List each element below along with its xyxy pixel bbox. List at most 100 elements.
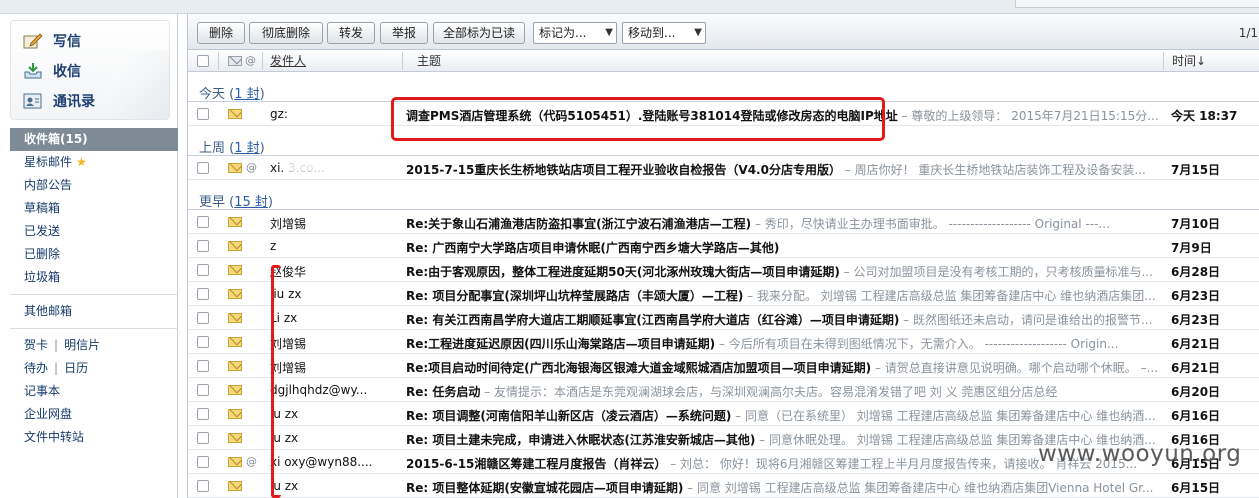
unread-envelope-icon [228, 109, 242, 119]
email-row[interactable]: liu zx Re: 项目分配事宜(深圳坪山坑梓莹展路店（丰颂大厦）—工程) – … [188, 282, 1259, 306]
email-date: 7月10日 [1171, 217, 1221, 231]
subject-column-header[interactable]: 主题 [417, 50, 441, 72]
group-today-count[interactable]: 1 封 [234, 87, 259, 102]
email-row[interactable]: 赵俊华 Re:由于客观原因，整体工程进度延期50天(河北涿州玫瑰大街店—项目申请延… [188, 258, 1259, 282]
nav-cards: 贺卡 | 明信片 [24, 338, 101, 352]
folder-other[interactable]: 其他邮箱 [10, 300, 178, 323]
email-subject[interactable]: Re: 项目整体延期(安徽宣城花园店—项目申请延期) – 同意 刘增锡 工程建店… [406, 479, 1158, 496]
select-all-checkbox[interactable] [197, 55, 209, 67]
mail-list-pane: 删除 彻底删除 转发 举报 全部标为已读 标记为... ▼ 移动到... ▼ 1/1… [187, 14, 1259, 498]
forward-button[interactable]: 转发 [327, 22, 375, 44]
email-preview-text: – 请贺总直接讲意见说明确。哪个启动哪个休眠。 –... [871, 361, 1158, 375]
row-checkbox[interactable] [197, 480, 209, 492]
folder-drafts[interactable]: 草稿箱 [10, 197, 178, 220]
contacts-button[interactable]: 通讯录 [23, 89, 95, 113]
email-subject[interactable]: Re: 项目分配事宜(深圳坪山坑梓莹展路店（丰颂大厦）—工程) – 我来分配。 … [406, 287, 1158, 304]
email-subject-text: Re:工程进度延迟原因(四川乐山海棠路店—项目申请延期) [406, 337, 716, 351]
row-checkbox[interactable] [197, 336, 209, 348]
email-subject[interactable]: Re:关于象山石浦渔港店防盗扣事宜(浙江宁波石浦渔港店—工程) – 秀印，尽快请… [406, 215, 1158, 232]
folder-starred[interactable]: 星标邮件 ★ [10, 151, 178, 174]
email-subject-text: Re: 有关江西南昌学府大道店工期顺延事宜(江西南昌学府大道店（红谷滩）—项目申… [406, 313, 900, 327]
receive-button[interactable]: 收信 [23, 59, 81, 83]
email-subject-text: Re:关于象山石浦渔港店防盗扣事宜(浙江宁波石浦渔港店—工程) [406, 217, 752, 231]
email-subject[interactable]: Re: 有关江西南昌学府大道店工期顺延事宜(江西南昌学府大道店（红谷滩）—项目申… [406, 311, 1158, 328]
folder-sent[interactable]: 已发送 [10, 220, 178, 243]
attachment-icon: @ [246, 161, 257, 174]
mark-all-read-button[interactable]: 全部标为已读 [433, 22, 525, 44]
report-button[interactable]: 举报 [380, 22, 428, 44]
email-date: 6月23日 [1171, 289, 1221, 303]
row-checkbox[interactable] [197, 162, 209, 174]
folder-junk[interactable]: 垃圾箱 [10, 266, 178, 289]
email-row[interactable]: Li zx Re: 有关江西南昌学府大道店工期顺延事宜(江西南昌学府大道店（红谷滩… [188, 306, 1259, 330]
row-checkbox[interactable] [197, 264, 209, 276]
calendar-link[interactable]: 日历 [64, 361, 88, 375]
mark-as-select[interactable]: 标记为... ▼ [533, 22, 617, 44]
unread-envelope-icon [228, 385, 242, 395]
email-subject[interactable]: Re: 项目调整(河南信阳羊山新区店（凌云酒店）—系统问题) – 同意（已在系统… [406, 407, 1158, 424]
email-sender: xi oxy@wyn88.... [270, 455, 373, 469]
row-checkbox[interactable] [197, 456, 209, 468]
email-row[interactable]: @xi. 3.co...2015-7-15重庆长生桥地铁站店项目工程开业验收自检… [188, 156, 1259, 180]
row-checkbox[interactable] [197, 108, 209, 120]
email-subject-text: Re: 项目分配事宜(深圳坪山坑梓莹展路店（丰颂大厦）—工程) [406, 289, 744, 303]
email-date: 6月21日 [1171, 337, 1221, 351]
move-to-select[interactable]: 移动到... ▼ [622, 22, 706, 44]
folder-internal[interactable]: 内部公告 [10, 174, 178, 197]
folder-list: 收件箱(15) 星标邮件 ★ 内部公告 草稿箱 已发送 已删除 垃圾箱 其他邮箱 … [10, 128, 178, 449]
time-column-header[interactable]: 时间↓ [1172, 50, 1206, 72]
row-checkbox[interactable] [197, 312, 209, 324]
email-subject[interactable]: Re: 任务启动 – 友情提示：本酒店是东莞观澜湖球会店，与深圳观澜高尔夫店。容… [406, 383, 1158, 400]
row-checkbox[interactable] [197, 240, 209, 252]
email-sender: Li zx [270, 311, 298, 325]
email-subject-text: 2015-7-15重庆长生桥地铁站店项目工程开业验收自检报告（V4.0分店专用版… [406, 163, 841, 177]
row-checkbox[interactable] [197, 384, 209, 396]
permanent-delete-button[interactable]: 彻底删除 [249, 22, 323, 44]
email-date: 7月15日 [1171, 163, 1221, 177]
transfer-link[interactable]: 文件中转站 [10, 426, 178, 449]
column-divider [218, 52, 219, 70]
watermark: www.wooyun.org [1038, 441, 1242, 467]
group-earlier-count[interactable]: 15 封 [234, 195, 268, 210]
sender-column-header[interactable]: 发件人 [270, 50, 306, 72]
column-divider [1163, 52, 1164, 70]
folder-inbox[interactable]: 收件箱(15) [10, 128, 178, 151]
receive-label: 收信 [53, 64, 81, 80]
email-subject-text: Re: 项目调整(河南信阳羊山新区店（凌云酒店）—系统问题) [406, 409, 732, 423]
email-row[interactable]: 刘增锡 Re:工程进度延迟原因(四川乐山海棠路店—项目申请延期) – 今后所有项目… [188, 330, 1259, 354]
delete-button[interactable]: 删除 [197, 22, 245, 44]
row-checkbox[interactable] [197, 360, 209, 372]
email-subject[interactable]: Re: 广西南宁大学路店项目申请休眠(广西南宁西乡塘大学路店—其他) [406, 239, 1158, 256]
row-checkbox[interactable] [197, 288, 209, 300]
read-status-column-icon[interactable] [228, 56, 242, 66]
email-date: 今天 18:37 [1171, 109, 1238, 123]
unread-envelope-icon [228, 163, 242, 173]
email-subject[interactable]: Re:工程进度延迟原因(四川乐山海棠路店—项目申请延期) – 今后所有项目在未得… [406, 335, 1158, 352]
unread-envelope-icon [228, 433, 242, 443]
folder-deleted[interactable]: 已删除 [10, 243, 178, 266]
email-row[interactable]: iu zx Re: 项目整体延期(安徽宣城花园店—项目申请延期) – 同意 刘增锡… [188, 474, 1259, 498]
email-subject[interactable]: Re:由于客观原因，整体工程进度延期50天(河北涿州玫瑰大街店—项目申请延期) … [406, 263, 1158, 280]
email-row[interactable]: dgjlhqhdz@wy... Re: 任务启动 – 友情提示：本酒店是东莞观澜湖… [188, 378, 1259, 402]
email-row[interactable]: 刘增锡 Re:关于象山石浦渔港店防盗扣事宜(浙江宁波石浦渔港店—工程) – 秀印，… [188, 210, 1259, 234]
postcard-link[interactable]: 明信片 [64, 338, 100, 352]
greeting-card-link[interactable]: 贺卡 [24, 338, 48, 352]
compose-button[interactable]: 写信 [23, 29, 81, 53]
email-subject[interactable]: 2015-7-15重庆长生桥地铁站店项目工程开业验收自检报告（V4.0分店专用版… [406, 161, 1158, 178]
row-checkbox[interactable] [197, 408, 209, 420]
attachment-column-icon[interactable]: @ [245, 54, 256, 67]
email-row[interactable]: 刘增锡 Re:项目启动时间待定(广西北海银海区银滩大道金域熙城酒店加盟项目—项目申… [188, 354, 1259, 378]
email-subject-text: Re:由于客观原因，整体工程进度延期50天(河北涿州玫瑰大街店—项目申请延期) [406, 265, 840, 279]
quick-actions-panel: 写信 收信 通讯录 [10, 20, 170, 120]
row-checkbox[interactable] [197, 432, 209, 444]
row-checkbox[interactable] [197, 216, 209, 228]
notes-link[interactable]: 记事本 [10, 380, 178, 403]
group-last-week-count[interactable]: 1 封 [234, 141, 259, 156]
todo-link[interactable]: 待办 [24, 361, 48, 375]
netdisk-link[interactable]: 企业网盘 [10, 403, 178, 426]
email-subject[interactable]: Re:项目启动时间待定(广西北海银海区银滩大道金域熙城酒店加盟项目—项目申请延期… [406, 359, 1158, 376]
email-row[interactable]: iu zx Re: 项目调整(河南信阳羊山新区店（凌云酒店）—系统问题) – 同意… [188, 402, 1259, 426]
email-sender: dgjlhqhdz@wy... [270, 383, 368, 397]
email-sender: iu zx [270, 479, 299, 493]
redaction-blur [288, 106, 378, 120]
